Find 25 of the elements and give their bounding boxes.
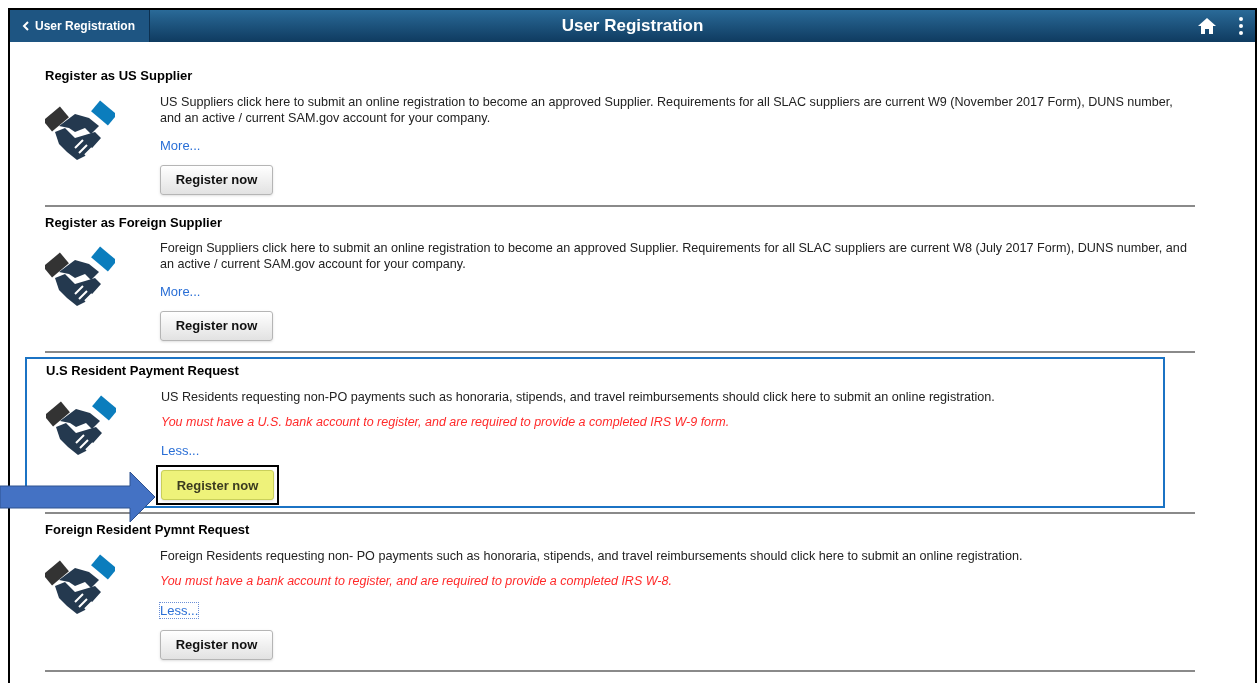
home-icon[interactable] [1197,17,1217,35]
toggle-link[interactable]: Less... [160,602,199,618]
toggle-link[interactable]: More... [160,284,201,299]
warning-text: You must have a U.S. bank account to register, and are required to provide a completed IRS W-9 form. [161,413,731,431]
section-title: U.S Resident Payment Request [46,362,240,380]
register-button[interactable]: Register now [160,629,273,660]
page-title: User Registration [561,15,704,38]
section-title: Foreign Resident Pymnt Request [45,521,251,540]
register-button[interactable]: Register now [160,164,273,195]
more-options-icon[interactable] [1239,17,1243,35]
section-description: Foreign Suppliers click here to submit an online registration to become an approved Supplier. Requirements for all SLAC suppliers are current W8 (July 2017 Form), DUNS number, and an active / current SAM.gov account for your company. [160,240,1188,272]
section-description: US Residents requesting non-PO payments such as honoraria, stipends, and travel reimbursements should click here to submit an online registration. [161,388,996,405]
back-button[interactable]: User Registration [10,10,150,42]
section-description: US Suppliers click here to submit an online registration to become an approved Supplier. Requirements for all SLAC suppliers are current W9 (November 2017 Form), DUNS number, and an active / current SAM.gov account for your company. [160,93,1174,126]
handshake-icon [45,244,115,308]
warning-text: You must have a bank account to register, and are required to provide a completed IRS W-8. [160,572,673,590]
toggle-link[interactable]: More... [160,137,201,153]
register-button[interactable]: Register now [161,470,274,501]
chevron-left-icon [22,21,29,31]
section-description: Foreign Residents requesting non- PO payments such as honoraria, stipends, and travel reimbursements should click here to submit an online registration. [160,547,1024,564]
register-button[interactable]: Register now [160,311,273,341]
section-title: Register as Foreign Supplier [45,213,223,232]
section-title: Register as US Supplier [45,67,194,85]
arrow-icon [0,472,155,522]
toggle-link[interactable]: Less... [161,443,200,459]
